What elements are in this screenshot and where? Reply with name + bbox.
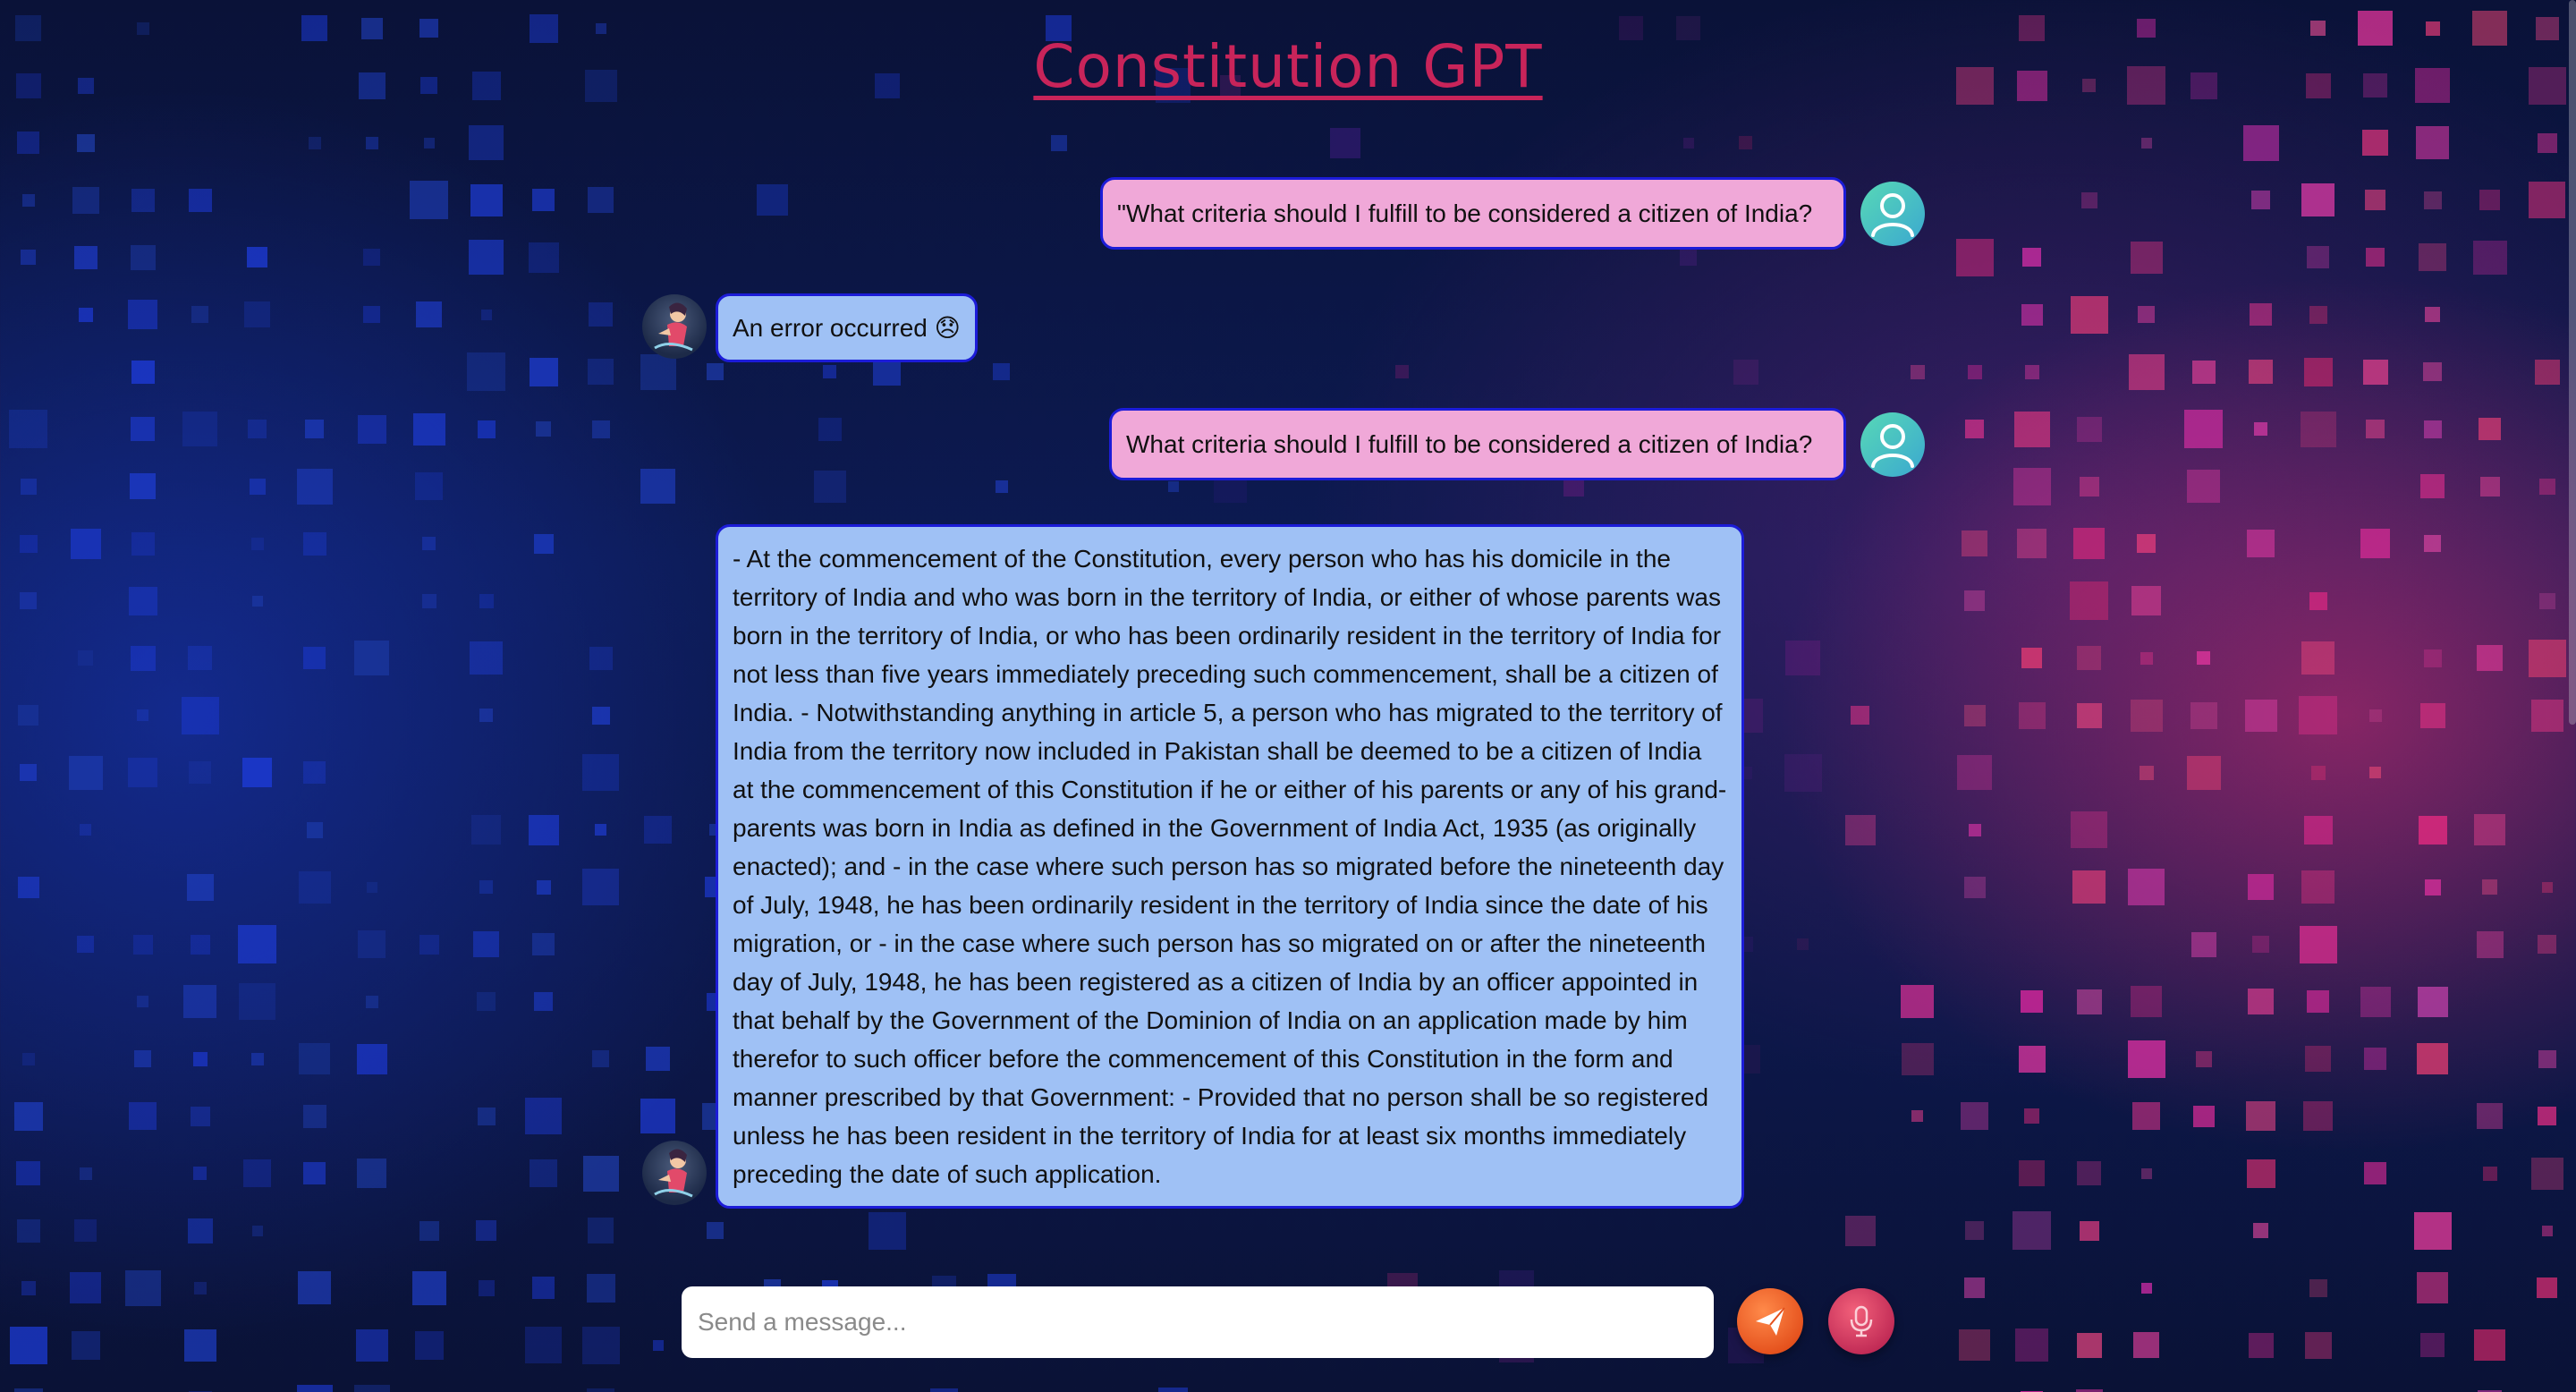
bot-message-bubble: An error occurred 😞 <box>716 293 978 362</box>
paper-plane-icon <box>1756 1307 1785 1336</box>
user-message-bubble: "What criteria should I fulfill to be co… <box>1100 177 1846 250</box>
bot-avatar-icon <box>642 294 707 359</box>
bot-message: An error occurred 😞 <box>642 293 978 362</box>
bot-message-bubble: - At the commencement of the Constitutio… <box>716 524 1744 1209</box>
message-input[interactable] <box>682 1286 1714 1358</box>
chat-thread: "What criteria should I fulfill to be co… <box>0 0 2576 1392</box>
bot-avatar-icon <box>642 1141 707 1205</box>
user-message-bubble: What criteria should I fulfill to be con… <box>1109 408 1846 480</box>
send-button[interactable] <box>1737 1288 1803 1354</box>
microphone-icon <box>1850 1305 1873 1337</box>
user-avatar-icon <box>1860 182 1925 246</box>
user-message: What criteria should I fulfill to be con… <box>1109 408 1925 480</box>
user-avatar-icon <box>1860 412 1925 477</box>
user-message: "What criteria should I fulfill to be co… <box>1100 177 1925 250</box>
microphone-button[interactable] <box>1828 1288 1894 1354</box>
bot-message: - At the commencement of the Constitutio… <box>642 524 1744 1209</box>
